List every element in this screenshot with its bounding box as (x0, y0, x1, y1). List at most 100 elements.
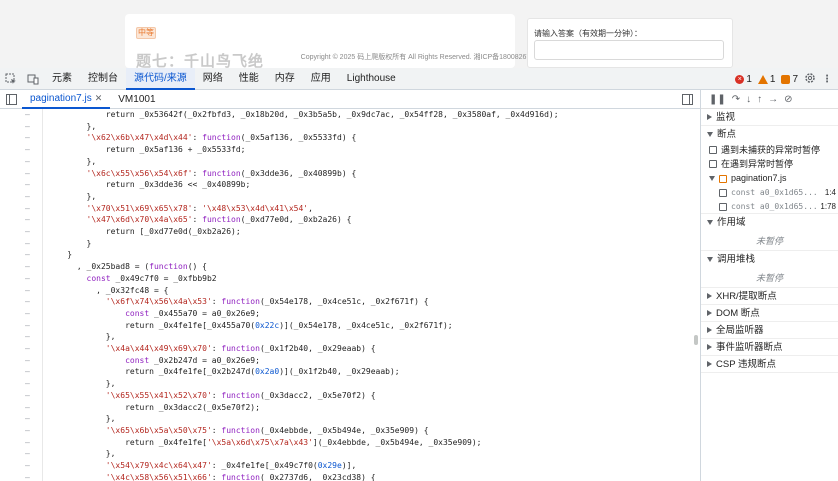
line-marker[interactable]: – (25, 402, 30, 414)
tab-application[interactable]: 应用 (303, 68, 339, 90)
code-line[interactable]: – }, (0, 331, 700, 343)
code-line[interactable]: – '\x65\x6b\x5a\x50\x75': function(_0x4e… (0, 425, 700, 437)
settings-icon[interactable] (804, 72, 816, 87)
pause-caught-option[interactable]: 在遇到异常时暂停 (701, 157, 838, 171)
line-marker[interactable]: – (25, 308, 30, 320)
code-line[interactable]: – }, (0, 448, 700, 460)
code-line[interactable]: – return _0x4fe1fe['\x5a\x6d\x75\x7a\x43… (0, 437, 700, 449)
code-line[interactable]: – }, (0, 191, 700, 203)
line-marker[interactable]: – (25, 203, 30, 215)
line-marker[interactable]: – (25, 472, 30, 481)
device-toggle-icon[interactable] (22, 68, 44, 90)
line-marker[interactable]: – (25, 191, 30, 203)
checkbox[interactable] (719, 202, 727, 211)
code-line[interactable]: – return _0x4fe1fe[_0x2b247d(0x2a0)](_0x… (0, 366, 700, 378)
code-line[interactable]: – '\x6f\x74\x56\x4a\x53': function(_0x54… (0, 296, 700, 308)
code-line[interactable]: – return [_0xd77e0d(_0xb2a26); (0, 226, 700, 238)
line-marker[interactable]: – (25, 273, 30, 285)
code-line[interactable]: – }, (0, 378, 700, 390)
line-marker[interactable]: – (25, 296, 30, 308)
checkbox[interactable] (709, 160, 717, 168)
section-xhr-breakpoints[interactable]: XHR/提取断点 (701, 288, 838, 305)
code-line[interactable]: – }, (0, 413, 700, 425)
code-line[interactable]: – const _0x455a70 = a0_0x26e9; (0, 308, 700, 320)
line-marker[interactable]: – (25, 109, 30, 121)
line-marker[interactable]: – (25, 390, 30, 402)
line-marker[interactable]: – (25, 460, 30, 472)
line-marker[interactable]: – (25, 448, 30, 460)
code-line[interactable]: – }, (0, 156, 700, 168)
scroll-marker[interactable] (694, 335, 698, 345)
answer-input[interactable] (534, 40, 724, 60)
step-into-icon[interactable]: ↓ (746, 94, 751, 105)
section-watch[interactable]: 监视 (701, 109, 838, 126)
line-marker[interactable]: – (25, 156, 30, 168)
line-marker[interactable]: – (25, 144, 30, 156)
section-scope[interactable]: 作用域 (701, 214, 838, 231)
code-line[interactable]: – }, (0, 121, 700, 133)
tab-sources[interactable]: 源代码/来源 (126, 67, 195, 90)
line-marker[interactable]: – (25, 214, 30, 226)
code-line[interactable]: – '\x6c\x55\x56\x54\x6f': function(_0x3d… (0, 168, 700, 180)
breakpoint-file[interactable]: pagination7.js (701, 171, 838, 186)
line-marker[interactable]: – (25, 331, 30, 343)
code-line[interactable]: – return _0x53642f(_0x2fbfd3, _0x18b20d,… (0, 109, 700, 121)
code-line[interactable]: – , _0x25bad8 = (function() { (0, 261, 700, 273)
line-marker[interactable]: – (25, 132, 30, 144)
error-badge[interactable]: × 1 (735, 74, 752, 85)
line-marker[interactable]: – (25, 425, 30, 437)
checkbox[interactable] (709, 146, 717, 154)
code-line[interactable]: – return _0x5af136 + _0x5533fd; (0, 144, 700, 156)
line-marker[interactable]: – (25, 437, 30, 449)
code-line[interactable]: – '\x47\x6d\x70\x4a\x65': function(_0xd7… (0, 214, 700, 226)
more-options-icon[interactable]: ⋮ (822, 74, 832, 85)
line-marker[interactable]: – (25, 366, 30, 378)
breakpoint-item[interactable]: const a0_0x1d65... 1:4 (701, 186, 838, 200)
line-marker[interactable]: – (25, 355, 30, 367)
tab-performance[interactable]: 性能 (231, 68, 267, 90)
line-marker[interactable]: – (25, 121, 30, 133)
code-line[interactable]: – return _0x3dacc2(_0x5e70f2); (0, 402, 700, 414)
line-marker[interactable]: – (25, 168, 30, 180)
line-marker[interactable]: – (25, 320, 30, 332)
step-icon[interactable]: → (768, 94, 778, 105)
line-marker[interactable]: – (25, 261, 30, 273)
line-marker[interactable]: – (25, 226, 30, 238)
tab-memory[interactable]: 内存 (267, 68, 303, 90)
breakpoint-item[interactable]: const a0_0x1d65... 1:78 (701, 200, 838, 214)
checkbox[interactable] (719, 189, 727, 197)
code-editor[interactable]: – return _0x53642f(_0x2fbfd3, _0x18b20d,… (0, 109, 700, 481)
navigator-toggle-icon[interactable] (0, 88, 22, 110)
code-line[interactable]: – '\x70\x51\x69\x65\x78': '\x48\x53\x4d\… (0, 203, 700, 215)
warning-badge[interactable]: 1 (757, 74, 775, 85)
section-event-listener-breakpoints[interactable]: 事件监听器断点 (701, 339, 838, 356)
line-marker[interactable]: – (25, 249, 30, 261)
issues-badge[interactable]: 7 (781, 74, 798, 85)
code-line[interactable]: – return _0x3dde36 << _0x40899b; (0, 179, 700, 191)
line-marker[interactable]: – (25, 179, 30, 191)
code-line[interactable]: – const _0x49c7f0 = _0xfbb9b2 (0, 273, 700, 285)
code-line[interactable]: – '\x62\x6b\x47\x4d\x44': function(_0x5a… (0, 132, 700, 144)
section-breakpoints[interactable]: 断点 (701, 126, 838, 143)
code-line[interactable]: – '\x4a\x44\x49\x69\x70': function(_0x1f… (0, 343, 700, 355)
code-line[interactable]: – '\x54\x79\x4c\x64\x47': _0x4fe1fe[_0x4… (0, 460, 700, 472)
pause-icon[interactable]: ❚❚ (709, 94, 726, 105)
section-global-listeners[interactable]: 全局监听器 (701, 322, 838, 339)
close-icon[interactable]: ✕ (95, 89, 103, 108)
code-line[interactable]: – '\x4c\x58\x56\x51\x66': function(_0x27… (0, 472, 700, 481)
debugger-toggle-icon[interactable] (676, 88, 698, 110)
code-line[interactable]: – } (0, 238, 700, 250)
inspect-icon[interactable] (0, 68, 22, 90)
file-tab-vm1001[interactable]: VM1001 (110, 90, 163, 109)
tab-console[interactable]: 控制台 (80, 68, 126, 90)
step-over-icon[interactable]: ↷ (732, 94, 740, 105)
tab-elements[interactable]: 元素 (44, 68, 80, 90)
line-marker[interactable]: – (25, 413, 30, 425)
code-line[interactable]: – const _0x2b247d = a0_0x26e9; (0, 355, 700, 367)
tab-lighthouse[interactable]: Lighthouse (339, 68, 404, 90)
line-marker[interactable]: – (25, 378, 30, 390)
code-line[interactable]: – } (0, 249, 700, 261)
line-marker[interactable]: – (25, 238, 30, 250)
step-out-icon[interactable]: ↑ (757, 94, 762, 105)
line-marker[interactable]: – (25, 285, 30, 297)
